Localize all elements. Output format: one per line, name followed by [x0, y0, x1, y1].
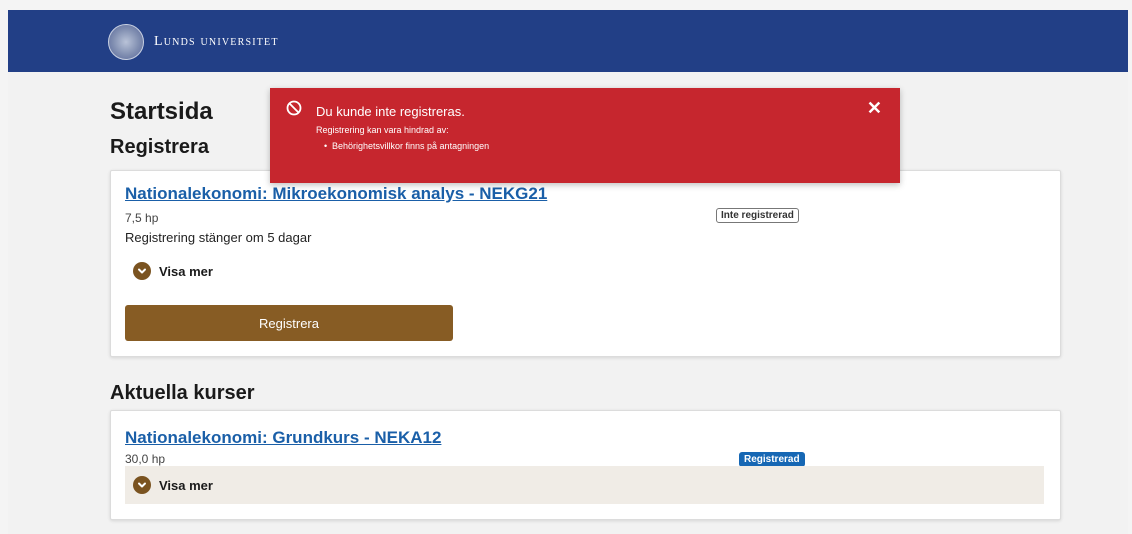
show-more-label: Visa mer [159, 477, 213, 493]
course-title-link[interactable]: Nationalekonomi: Mikroekonomisk analys -… [125, 184, 547, 204]
show-more-label: Visa mer [159, 263, 213, 279]
status-badge: Inte registrerad [716, 208, 799, 223]
alert-list-item: Behörighetsvillkor finns på antagningen [324, 141, 489, 151]
top-header: Lunds universitet [8, 10, 1128, 72]
show-more-toggle[interactable]: Visa mer [133, 262, 213, 280]
university-logo[interactable]: Lunds universitet [108, 24, 279, 60]
course-credits: 30,0 hp [125, 452, 166, 466]
current-course-card: Nationalekonomi: Grundkurs - NEKA12 30,0… [110, 410, 1061, 520]
register-button[interactable]: Registrera [125, 305, 453, 341]
current-courses-heading: Aktuella kurser [110, 382, 255, 404]
logo-text: Lunds universitet [154, 34, 279, 49]
chevron-down-icon [133, 262, 151, 280]
seal-icon [108, 24, 144, 60]
page-title: Startsida [110, 98, 213, 125]
prohibited-icon [286, 100, 302, 116]
registration-deadline: Registrering stänger om 5 dagar [125, 230, 312, 245]
course-credits: 7,5 hp [125, 211, 159, 225]
registration-card: Nationalekonomi: Mikroekonomisk analys -… [110, 170, 1061, 357]
show-more-toggle[interactable]: Visa mer [133, 476, 213, 494]
chevron-down-icon [133, 476, 151, 494]
show-more-bar: Visa mer [125, 466, 1044, 504]
app-frame: Lunds universitet Startsida Registrera N… [8, 10, 1128, 534]
registrera-heading: Registrera [110, 136, 209, 158]
course-title-link[interactable]: Nationalekonomi: Grundkurs - NEKA12 [125, 428, 441, 448]
alert-title: Du kunde inte registreras. [316, 104, 465, 119]
alert-subtitle: Registrering kan vara hindrad av: [316, 125, 449, 135]
status-badge: Registrerad [739, 452, 805, 467]
close-icon[interactable]: ✕ [867, 98, 882, 119]
error-alert: Du kunde inte registreras. Registrering … [270, 88, 900, 183]
